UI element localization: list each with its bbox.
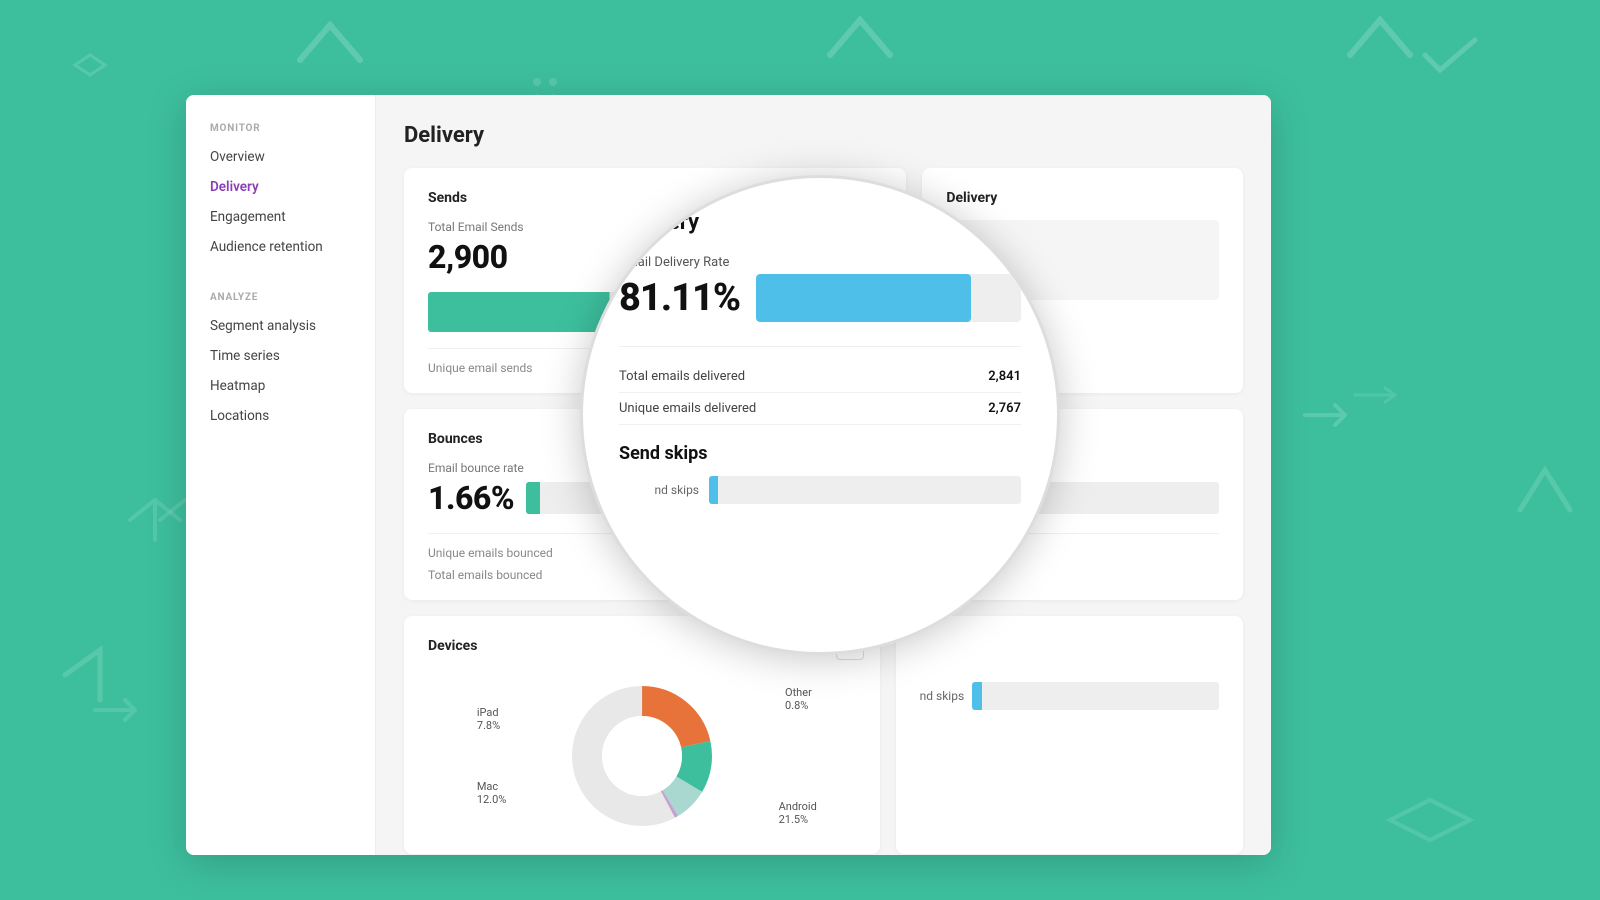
sidebar-item-time-series[interactable]: Time series	[186, 341, 375, 371]
zoom-rate-value: 81.11%	[619, 276, 740, 320]
sidebar-item-audience-retention[interactable]: Audience retention	[186, 232, 375, 262]
analyze-section-label: ANALYZE	[186, 292, 375, 311]
donut-label-android: Android 21.5%	[779, 800, 817, 826]
zoom-rate-label: Email Delivery Rate	[619, 255, 1021, 270]
zoom-stat-total-delivered-label: Total emails delivered	[619, 369, 745, 384]
bounces-metric-value: 1.66%	[428, 479, 514, 517]
donut-label-ipad: iPad 7.8%	[477, 706, 500, 732]
donut-label-mac: Mac 12.0%	[477, 780, 507, 806]
zoom-stat-total-delivered: Total emails delivered 2,841	[619, 361, 1021, 393]
donut-chart	[562, 676, 722, 836]
donut-chart-wrap: Other 0.8% iPad 7.8% Mac 12.0% Android	[428, 668, 856, 836]
zoom-send-skips-title: Send skips	[619, 443, 1021, 464]
zoom-stat-unique-delivered: Unique emails delivered 2,767	[619, 393, 1021, 425]
send-skips-preview-label: nd skips	[920, 689, 965, 703]
sidebar-item-locations[interactable]: Locations	[186, 401, 375, 431]
sidebar-item-heatmap[interactable]: Heatmap	[186, 371, 375, 401]
send-skips-preview-card: nd skips	[896, 616, 1243, 854]
sidebar-item-engagement[interactable]: Engagement	[186, 202, 375, 232]
sidebar: MONITOR Overview Delivery Engagement Aud…	[186, 95, 376, 855]
delivery-preview-title: Delivery	[946, 190, 1219, 206]
sidebar-item-delivery[interactable]: Delivery	[186, 172, 375, 202]
zoom-overlay: Delivery Email Delivery Rate 81.11% Tota…	[580, 175, 1060, 655]
sidebar-item-overview[interactable]: Overview	[186, 142, 375, 172]
zoom-stat-total-delivered-value: 2,841	[988, 369, 1021, 384]
donut-label-other: Other 0.8%	[785, 686, 812, 712]
zoom-stat-unique-delivered-label: Unique emails delivered	[619, 401, 756, 416]
bounce-bar-fill	[526, 482, 540, 514]
zoom-skip-label: nd skips	[619, 483, 699, 497]
sidebar-item-segment-analysis[interactable]: Segment analysis	[186, 311, 375, 341]
zoom-bar-track	[756, 274, 1021, 322]
zoom-bar-fill	[756, 274, 971, 322]
page-title: Delivery	[404, 123, 1243, 148]
zoom-stat-unique-delivered-value: 2,767	[988, 401, 1021, 416]
zoom-skip-fill	[709, 476, 718, 504]
zoom-skip-bar: nd skips	[619, 476, 1021, 504]
zoom-skip-track	[709, 476, 1021, 504]
monitor-section-label: MONITOR	[186, 123, 375, 142]
